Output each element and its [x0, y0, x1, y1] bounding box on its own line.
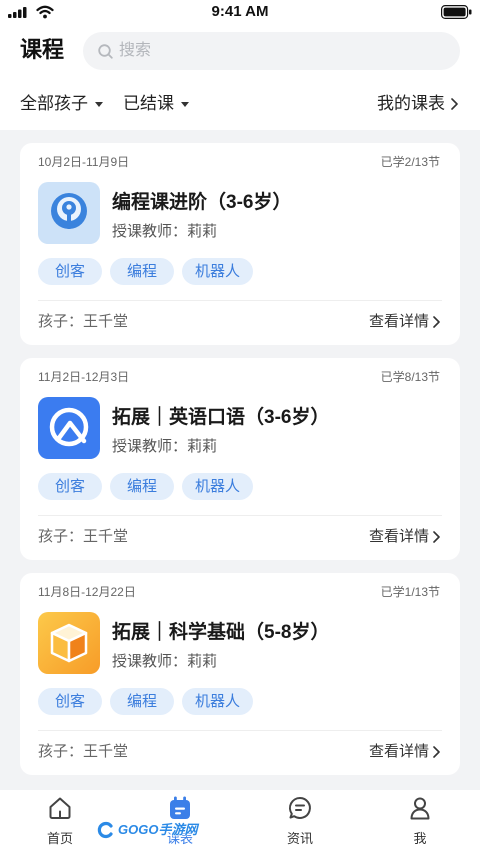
- tab-news[interactable]: 资讯: [240, 790, 360, 853]
- tab-profile[interactable]: 我: [360, 790, 480, 853]
- search-icon: [98, 44, 113, 59]
- course-tag: 机器人: [182, 688, 254, 715]
- science-course-icon: [38, 612, 100, 674]
- search-input[interactable]: [119, 32, 444, 70]
- battery-icon: [441, 5, 472, 19]
- course-title: 拓展｜英语口语（3-6岁）: [112, 407, 330, 428]
- status-bar: 9:41 AM: [0, 0, 480, 24]
- chevron-right-icon: [433, 316, 440, 328]
- view-details-button[interactable]: 查看详情: [369, 742, 440, 762]
- course-teacher: 授课教师：莉莉: [112, 653, 218, 670]
- status-filter-dropdown[interactable]: 已结课: [123, 91, 189, 117]
- chat-icon: [289, 796, 311, 819]
- course-progress: 已学8/13节: [380, 370, 440, 384]
- course-title: 编程课进阶（3-6岁）: [112, 192, 292, 213]
- card-divider: [38, 730, 442, 731]
- course-tags: 创客 编程 机器人: [38, 473, 254, 500]
- course-card[interactable]: 11月2日-12月3日 已学8/13节 拓展｜英语口语（3-6岁） 授课教师：莉…: [20, 358, 460, 560]
- chevron-right-icon: [433, 746, 440, 758]
- course-tag: 编程: [110, 688, 174, 715]
- view-details-button[interactable]: 查看详情: [369, 527, 440, 547]
- tab-home[interactable]: 首页: [0, 790, 120, 853]
- course-list: 10月2日-11月9日 已学2/13节 编程课进阶（3-6岁） 授课教师：莉莉 …: [20, 143, 460, 775]
- course-card[interactable]: 11月8日-12月22日 已学1/13节 拓展｜科学基础（5-8岁） 授课教师：…: [20, 573, 460, 775]
- course-tag: 创客: [38, 258, 102, 285]
- course-tag: 编程: [110, 258, 174, 285]
- child-filter-dropdown[interactable]: 全部孩子: [20, 91, 103, 117]
- course-tags: 创客 编程 机器人: [38, 258, 254, 285]
- tab-label: 课表: [166, 831, 193, 846]
- profile-icon: [410, 797, 430, 820]
- course-child: 孩子：王千堂: [38, 743, 129, 760]
- tab-label: 首页: [46, 831, 73, 846]
- caret-down-icon: [181, 101, 189, 107]
- course-tag: 机器人: [182, 258, 254, 285]
- view-details-label: 查看详情: [368, 743, 429, 760]
- course-progress: 已学2/13节: [380, 155, 440, 169]
- course-date-range: 10月2日-11月9日: [38, 155, 130, 169]
- course-tags: 创客 编程 机器人: [38, 688, 254, 715]
- course-tag: 创客: [38, 688, 102, 715]
- view-details-label: 查看详情: [368, 528, 429, 545]
- tab-schedule[interactable]: 课表: [120, 790, 240, 853]
- status-time: 9:41 AM: [211, 3, 269, 20]
- course-tag: 创客: [38, 473, 102, 500]
- my-schedule-link[interactable]: 我的课表: [377, 91, 458, 117]
- tab-label: 我: [413, 831, 427, 846]
- course-teacher: 授课教师：莉莉: [112, 223, 218, 240]
- page-title: 课程: [20, 37, 65, 62]
- english-course-icon: [38, 397, 100, 459]
- course-child: 孩子：王千堂: [38, 313, 129, 330]
- top-header-area: 9:41 AM 课程 全部孩子 已结课 我的课表: [0, 0, 480, 130]
- course-date-range: 11月8日-12月22日: [38, 585, 136, 599]
- home-icon: [49, 797, 71, 819]
- view-details-label: 查看详情: [368, 313, 429, 330]
- coding-course-icon: [38, 182, 100, 244]
- course-card[interactable]: 10月2日-11月9日 已学2/13节 编程课进阶（3-6岁） 授课教师：莉莉 …: [20, 143, 460, 345]
- search-bar[interactable]: [83, 32, 460, 70]
- course-tag: 编程: [110, 473, 174, 500]
- course-child: 孩子：王千堂: [38, 528, 129, 545]
- chevron-right-icon: [433, 531, 440, 543]
- tab-label: 资讯: [286, 831, 313, 846]
- chevron-right-icon: [451, 98, 458, 110]
- view-details-button[interactable]: 查看详情: [369, 312, 440, 332]
- card-divider: [38, 515, 442, 516]
- calendar-icon: [170, 796, 190, 819]
- course-teacher: 授课教师：莉莉: [112, 438, 218, 455]
- caret-down-icon: [95, 101, 103, 107]
- course-date-range: 11月2日-12月3日: [38, 370, 130, 384]
- status-filter-label: 已结课: [123, 94, 174, 113]
- bottom-tab-bar: 首页 课表 资讯 我: [0, 790, 480, 853]
- course-tag: 机器人: [182, 473, 254, 500]
- course-title: 拓展｜科学基础（5-8岁）: [112, 622, 330, 643]
- my-schedule-label: 我的课表: [377, 94, 445, 113]
- card-divider: [38, 300, 442, 301]
- course-progress: 已学1/13节: [380, 585, 440, 599]
- child-filter-label: 全部孩子: [20, 94, 88, 113]
